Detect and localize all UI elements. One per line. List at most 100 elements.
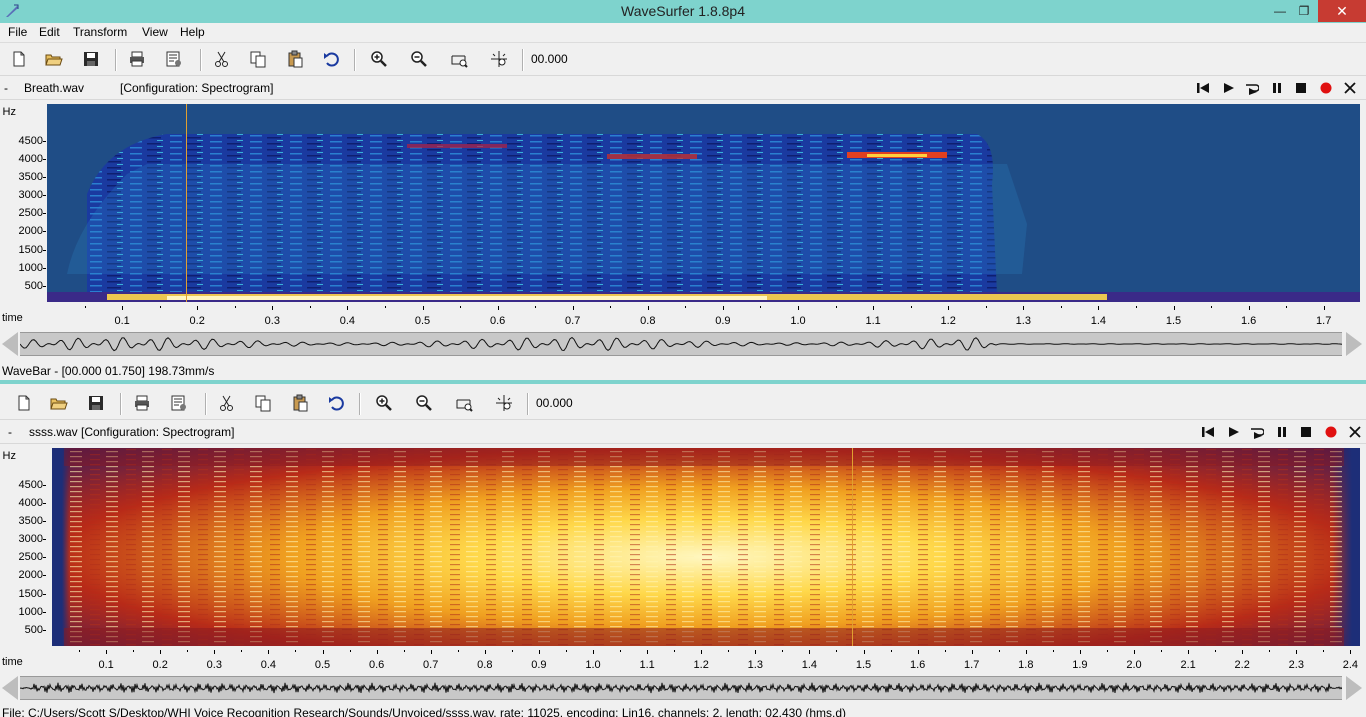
zoom-selection-button[interactable] (487, 47, 511, 71)
scroll-left-arrow[interactable] (2, 332, 18, 356)
zoom-in-button[interactable] (372, 391, 396, 415)
stop-button[interactable] (1292, 80, 1310, 96)
loop-play-button[interactable] (1243, 80, 1261, 96)
spectrogram-ssss[interactable] (52, 448, 1360, 646)
pause-button[interactable] (1268, 80, 1286, 96)
record-button[interactable] (1322, 424, 1340, 440)
pause-icon (1273, 83, 1281, 93)
hz-tick-label: 2500 (18, 551, 43, 563)
zoom-out-button[interactable] (407, 47, 431, 71)
time-minor-tick (349, 650, 351, 652)
hz-tick (43, 231, 46, 232)
cut-button[interactable] (215, 391, 239, 415)
zoom-selection-button[interactable] (492, 391, 516, 415)
time-minor-tick (1023, 306, 1025, 308)
hz-tick (43, 286, 46, 287)
playback-cursor[interactable] (186, 104, 187, 302)
skip-to-start-button[interactable] (1194, 80, 1212, 96)
play-button[interactable] (1224, 424, 1242, 440)
save-button[interactable] (84, 391, 108, 415)
spectrogram-breath[interactable] (47, 104, 1360, 302)
pane-menu-dash[interactable]: - (4, 81, 8, 95)
zoom-out-button[interactable] (412, 391, 436, 415)
new-button[interactable] (7, 47, 31, 71)
menu-edit[interactable]: Edit (39, 25, 60, 39)
playback-cursor[interactable] (852, 448, 853, 646)
time-minor-tick (295, 650, 297, 652)
zoom-fit-button[interactable] (452, 391, 476, 415)
time-tick-label: 1.3 (1015, 315, 1031, 327)
time-minor-tick (674, 650, 676, 652)
copy-button[interactable] (251, 391, 275, 415)
menu-file[interactable]: File (8, 25, 27, 39)
hz-tick-label: 3500 (18, 515, 43, 527)
properties-button[interactable] (162, 47, 186, 71)
time-minor-tick (593, 650, 594, 652)
menu-help[interactable]: Help (180, 25, 205, 39)
cut-button[interactable] (210, 47, 234, 71)
pane-menu-dash[interactable]: - (8, 425, 12, 439)
copy-button[interactable] (246, 47, 270, 71)
time-tick-label: 0.6 (368, 659, 385, 671)
close-pane-button[interactable] (1346, 424, 1364, 440)
scroll-right-arrow[interactable] (1346, 332, 1362, 356)
new-file-icon (18, 395, 30, 411)
time-tick-label: 2.1 (1180, 659, 1196, 671)
properties-button[interactable] (167, 391, 191, 415)
hz-tick (43, 539, 46, 540)
file-config-label: ssss.wav [Configuration: Spectrogram] (29, 425, 235, 439)
time-minor-tick (79, 650, 81, 652)
record-icon (1325, 426, 1337, 438)
time-minor-tick (84, 306, 86, 308)
save-button[interactable] (79, 47, 103, 71)
time-tick-label: 0.7 (565, 315, 581, 327)
wavebar-1[interactable] (0, 330, 1366, 358)
pause-button[interactable] (1273, 424, 1291, 440)
time-tick-label: 0.4 (339, 315, 356, 327)
scroll-left-arrow[interactable] (2, 676, 18, 700)
open-folder-icon (50, 398, 68, 410)
menu-transform[interactable]: Transform (73, 25, 127, 39)
print-button[interactable] (130, 391, 154, 415)
stop-button[interactable] (1297, 424, 1315, 440)
skip-to-start-button[interactable] (1199, 424, 1217, 440)
zoom-in-button[interactable] (367, 47, 391, 71)
time-minor-tick (1060, 306, 1062, 308)
maximize-button[interactable]: ❐ (1290, 0, 1318, 22)
menu-view[interactable]: View (142, 25, 168, 39)
time-tick-label: 0.6 (489, 315, 506, 327)
print-button[interactable] (125, 47, 149, 71)
undo-button[interactable] (324, 391, 348, 415)
record-button[interactable] (1317, 80, 1335, 96)
time-minor-tick (214, 650, 216, 652)
time-tick-label: 0.8 (477, 659, 493, 671)
print-icon (135, 395, 149, 411)
paste-button[interactable] (283, 47, 307, 71)
open-button[interactable] (47, 391, 71, 415)
close-window-button[interactable]: ✕ (1318, 0, 1366, 22)
loop-play-button[interactable] (1248, 424, 1266, 440)
close-pane-button[interactable] (1341, 80, 1359, 96)
scroll-right-arrow[interactable] (1346, 676, 1362, 700)
time-minor-tick (159, 306, 161, 308)
time-minor-tick (873, 306, 875, 308)
print-icon (130, 51, 144, 67)
time-minor-tick (1052, 650, 1054, 652)
zoom-fit-button[interactable] (447, 47, 471, 71)
wavebar-2[interactable] (0, 674, 1366, 702)
undo-button[interactable] (319, 47, 343, 71)
time-tick-label: 1.0 (585, 659, 601, 671)
file-header-breath: - Breath.wav [Configuration: Spectrogram… (0, 77, 1366, 100)
time-minor-tick (798, 306, 799, 308)
hz-tick (43, 159, 46, 160)
skip-start-icon (1202, 427, 1214, 437)
time-tick-label: 1.7 (964, 659, 980, 671)
new-button[interactable] (12, 391, 36, 415)
play-button[interactable] (1219, 80, 1237, 96)
time-minor-tick (1215, 650, 1217, 652)
paste-button[interactable] (288, 391, 312, 415)
time-tick-label: 1.0 (790, 315, 806, 327)
open-button[interactable] (42, 47, 66, 71)
waveform-overview-1[interactable] (19, 332, 1343, 356)
waveform-overview-2[interactable] (19, 676, 1343, 700)
